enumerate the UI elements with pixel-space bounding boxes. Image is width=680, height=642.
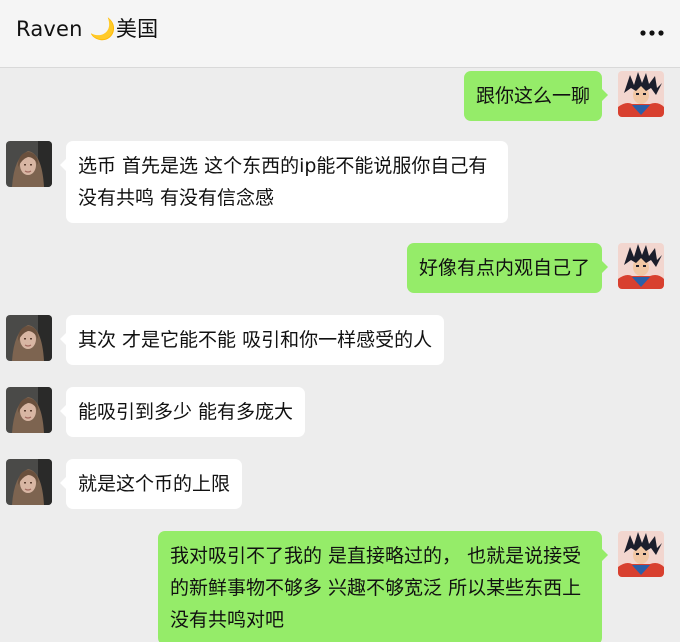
contact-avatar-icon[interactable] (6, 141, 52, 187)
self-avatar-icon[interactable] (618, 71, 664, 117)
message-list[interactable]: 跟你这么一聊 选币 首先是选 这个东西的ip能不能说服你自己有没有共鸣 有没有信… (0, 68, 680, 642)
message-bubble[interactable]: 能吸引到多少 能有多庞大 (59, 387, 306, 437)
more-dots-icon[interactable] (638, 20, 666, 46)
message-bubble[interactable]: 就是这个币的上限 (59, 459, 243, 509)
contact-avatar-icon[interactable] (6, 387, 52, 433)
self-avatar-icon[interactable] (618, 243, 664, 289)
message-bubble[interactable]: 我对吸引不了我的 是直接略过的， 也就是说接受的新鲜事物不够多 兴趣不够宽泛 所… (158, 531, 608, 642)
message-bubble[interactable]: 跟你这么一聊 (463, 71, 609, 121)
self-avatar-icon[interactable] (618, 531, 664, 577)
message-bubble[interactable]: 好像有点内观自己了 (406, 243, 609, 293)
chat-title: Raven 🌙美国 (16, 17, 159, 41)
message-bubble[interactable]: 其次 才是它能不能 吸引和你一样感受的人 (59, 315, 445, 365)
contact-avatar-icon[interactable] (6, 459, 52, 505)
contact-avatar-icon[interactable] (6, 315, 52, 361)
message-bubble[interactable]: 选币 首先是选 这个东西的ip能不能说服你自己有没有共鸣 有没有信念感 (60, 141, 508, 223)
chat-header: Raven 🌙美国 (0, 0, 680, 68)
